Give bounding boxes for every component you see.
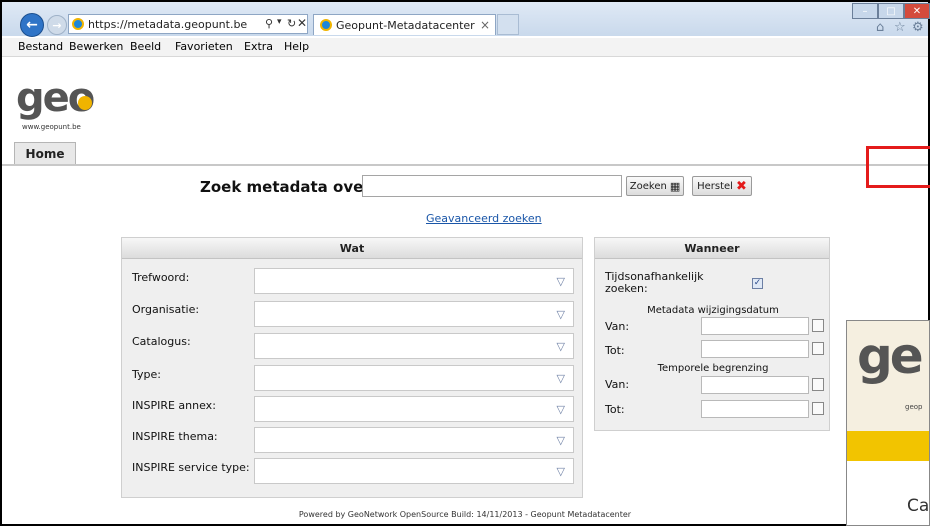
reset-x-icon: ✖	[735, 178, 747, 194]
metadata-date-heading: Metadata wijzigingsdatum	[647, 305, 779, 316]
van-label: Van:	[605, 378, 630, 391]
type-select[interactable]: ▽	[254, 365, 574, 391]
binoculars-icon: ▦	[669, 179, 681, 193]
browser-tab-active[interactable]: Geopunt-Metadatacenter ×	[313, 14, 496, 35]
zoeken-button[interactable]: Zoeken ▦	[626, 176, 684, 196]
search-icon[interactable]: ⚲	[265, 17, 273, 30]
tab-close-icon[interactable]: ×	[480, 18, 490, 32]
new-tab-button[interactable]	[497, 14, 519, 35]
search-label: Zoek metadata over	[200, 178, 371, 196]
menu-extra[interactable]: Extra	[244, 40, 273, 53]
catalogus-select[interactable]: ▽	[254, 333, 574, 359]
overlay-logo: ge	[857, 327, 924, 385]
wanneer-header: Wanneer	[595, 238, 829, 259]
calendar-icon[interactable]	[812, 342, 824, 355]
address-bar[interactable]: https://metadata.geopunt.be ⚲ ▾ ↻ ✕	[68, 14, 308, 34]
address-text: https://metadata.geopunt.be	[88, 18, 248, 31]
logo-url: www.geopunt.be	[22, 123, 81, 131]
herstel-label: Herstel	[697, 180, 733, 192]
tot-label: Tot:	[605, 344, 625, 357]
gear-icon[interactable]: ⚙	[912, 20, 924, 35]
menu-favorieten[interactable]: Favorieten	[175, 40, 233, 53]
tab-title: Geopunt-Metadatacenter	[336, 19, 475, 32]
ie-tab-icon	[320, 19, 332, 31]
dropdown-icon: ▽	[556, 372, 565, 385]
forward-arrow-icon[interactable]: →	[47, 15, 67, 35]
tab-divider	[2, 164, 928, 166]
temporal-heading: Temporele begrenzing	[657, 363, 769, 374]
dropdown-icon: ▽	[556, 308, 565, 321]
minimize-button[interactable]: –	[852, 3, 878, 19]
organisatie-label: Organisatie:	[132, 303, 200, 316]
temporal-van-input[interactable]	[701, 376, 824, 394]
inspire-service-type-label: INSPIRE service type:	[132, 461, 250, 474]
trefwoord-label: Trefwoord:	[132, 271, 190, 284]
menu-bewerken[interactable]: Bewerken	[69, 40, 123, 53]
tijdsonafhankelijk-checkbox[interactable]: ✓	[752, 278, 763, 289]
menu-help[interactable]: Help	[284, 40, 309, 53]
calendar-icon[interactable]	[812, 319, 824, 332]
inspire-annex-select[interactable]: ▽	[254, 396, 574, 422]
wat-panel: Wat Trefwoord: ▽ Organisatie: ▽ Catalogu…	[121, 237, 583, 498]
herstel-button[interactable]: Herstel ✖	[692, 176, 752, 196]
favorites-star-icon[interactable]: ☆	[894, 20, 906, 35]
tot-label: Tot:	[605, 403, 625, 416]
background-window-fragment: ge geop Ca	[846, 320, 930, 526]
ie-icon	[72, 18, 84, 30]
tijdsonafhankelijk-label: Tijdsonafhankelijk zoeken:	[605, 270, 704, 295]
home-icon[interactable]: ⌂	[876, 20, 884, 35]
inspire-annex-label: INSPIRE annex:	[132, 399, 216, 412]
close-window-button[interactable]: ✕	[904, 3, 930, 19]
dropdown-icon[interactable]: ▾	[277, 17, 282, 27]
dropdown-icon: ▽	[556, 340, 565, 353]
calendar-icon[interactable]	[812, 378, 824, 391]
calendar-icon[interactable]	[812, 402, 824, 415]
menu-bestand[interactable]: Bestand	[18, 40, 63, 53]
dropdown-icon: ▽	[556, 275, 565, 288]
logo-dot	[78, 96, 92, 110]
dropdown-icon: ▽	[556, 434, 565, 447]
organisatie-select[interactable]: ▽	[254, 301, 574, 327]
overlay-text: Ca	[907, 496, 930, 516]
overlay-logo-sub: geop	[905, 403, 923, 411]
overlay-yellow-band	[847, 431, 929, 461]
footer: Powered by GeoNetwork OpenSource Build: …	[298, 510, 632, 519]
catalogus-label: Catalogus:	[132, 335, 191, 348]
tab-home[interactable]: Home	[14, 142, 76, 164]
wat-header: Wat	[122, 238, 582, 259]
inspire-service-type-select[interactable]: ▽	[254, 458, 574, 484]
dropdown-icon: ▽	[556, 465, 565, 478]
advanced-search-link[interactable]: Geavanceerd zoeken	[426, 212, 542, 225]
menu-bar: Bestand Bewerken Beeld Favorieten Extra …	[2, 38, 928, 57]
type-label: Type:	[132, 368, 161, 381]
back-arrow-icon[interactable]: ←	[20, 13, 44, 37]
wanneer-panel: Wanneer Tijdsonafhankelijk zoeken: Metada…	[594, 237, 830, 431]
maximize-button[interactable]: □	[878, 3, 904, 19]
overlay-content	[847, 461, 929, 525]
inspire-thema-label: INSPIRE thema:	[132, 430, 218, 443]
van-label: Van:	[605, 320, 630, 333]
search-input[interactable]	[362, 175, 622, 197]
refresh-icon[interactable]: ↻	[287, 17, 296, 30]
menu-beeld[interactable]: Beeld	[130, 40, 161, 53]
zoeken-label: Zoeken	[629, 180, 667, 192]
dropdown-icon: ▽	[556, 403, 565, 416]
highlight-rectangle	[866, 146, 930, 188]
metadata-tot-input[interactable]	[701, 340, 824, 358]
stop-icon[interactable]: ✕	[297, 16, 307, 30]
trefwoord-select[interactable]: ▽	[254, 268, 574, 294]
inspire-thema-select[interactable]: ▽	[254, 427, 574, 453]
temporal-tot-input[interactable]	[701, 400, 824, 418]
metadata-van-input[interactable]	[701, 317, 824, 335]
